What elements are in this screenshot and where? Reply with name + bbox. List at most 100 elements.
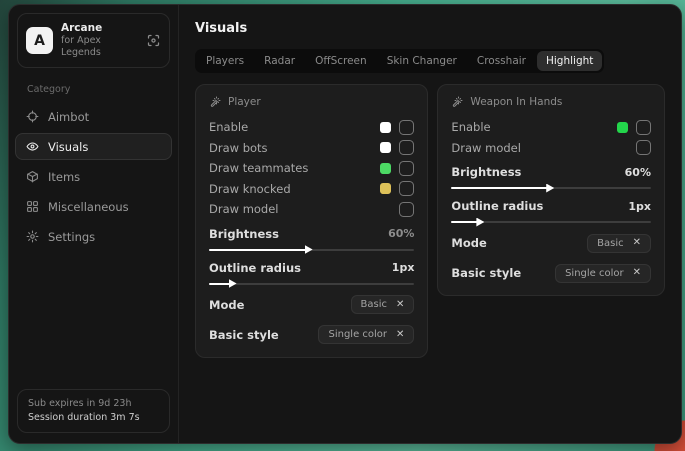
- sidebar-spacer: [15, 250, 172, 389]
- sidebar-item-items[interactable]: Items: [15, 163, 172, 190]
- slider-block: Outline radius1px: [451, 198, 651, 223]
- select-row: Basic style Single color✕: [451, 262, 651, 284]
- slider-track[interactable]: [451, 187, 651, 189]
- slider-thumb[interactable]: [476, 218, 484, 227]
- select-tag[interactable]: Basic ✕: [587, 234, 651, 253]
- panel-header: Player: [209, 96, 414, 108]
- checkbox[interactable]: [399, 181, 414, 196]
- tab-bar: PlayersRadarOffScreenSkin ChangerCrossha…: [195, 49, 604, 73]
- slider-thumb[interactable]: [546, 184, 554, 193]
- sidebar-menu: Aimbot Visuals Items Miscellaneous Settings: [15, 103, 172, 250]
- select-tag[interactable]: Basic ✕: [351, 295, 415, 314]
- slider-track[interactable]: [209, 283, 414, 285]
- select-row: Mode Basic ✕: [209, 294, 414, 316]
- select-tag[interactable]: Single color✕: [555, 264, 651, 283]
- close-icon[interactable]: ✕: [396, 300, 404, 310]
- sidebar-item-label: Miscellaneous: [48, 200, 129, 214]
- app-subtitle: for Apex Legends: [61, 35, 138, 59]
- checkbox[interactable]: [399, 202, 414, 217]
- app-name: Arcane: [61, 22, 138, 35]
- select-tag[interactable]: Single color ✕: [318, 325, 414, 344]
- color-swatch[interactable]: [380, 163, 391, 174]
- sidebar-item-visuals[interactable]: Visuals: [15, 133, 172, 160]
- select-tag-value: Basic: [597, 238, 623, 249]
- sidebar-item-aimbot[interactable]: Aimbot: [15, 103, 172, 130]
- tab-skin-changer[interactable]: Skin Changer: [378, 51, 466, 71]
- tab-players[interactable]: Players: [197, 51, 253, 71]
- close-icon[interactable]: ✕: [633, 238, 641, 248]
- slider-block: Brightness 60%: [451, 164, 651, 189]
- color-swatch[interactable]: [380, 142, 391, 153]
- checkbox[interactable]: [399, 161, 414, 176]
- app-logo: A: [26, 27, 53, 54]
- color-swatch[interactable]: [617, 122, 628, 133]
- main-content: Visuals PlayersRadarOffScreenSkin Change…: [179, 5, 681, 443]
- toggle-label: Draw model: [209, 202, 279, 216]
- toggle-row: Draw knocked: [209, 179, 414, 200]
- eye-icon: [26, 140, 39, 153]
- panel-weapon-in-hands: Weapon In Hands Enable Draw model Brightnes…: [437, 84, 665, 296]
- select-label: Basic style: [451, 266, 521, 280]
- toggle-row: Draw model: [209, 199, 414, 220]
- checkbox[interactable]: [636, 120, 651, 135]
- session-duration-text: Session duration 3m 7s: [28, 411, 159, 425]
- close-icon[interactable]: ✕: [396, 330, 404, 340]
- app-header-card: A Arcane for Apex Legends: [17, 13, 170, 68]
- sidebar-item-label: Settings: [48, 230, 95, 244]
- panel-title: Weapon In Hands: [470, 96, 562, 108]
- slider-thumb[interactable]: [305, 245, 313, 254]
- app-meta: Arcane for Apex Legends: [61, 22, 138, 59]
- color-swatch[interactable]: [380, 183, 391, 194]
- checkbox[interactable]: [399, 120, 414, 135]
- slider-value: 1px: [392, 261, 415, 274]
- toggle-label: Draw knocked: [209, 182, 291, 196]
- slider-value: 60%: [625, 166, 651, 179]
- slider-value: 60%: [388, 227, 414, 240]
- sidebar-item-label: Items: [48, 170, 80, 184]
- sidebar-item-miscellaneous[interactable]: Miscellaneous: [15, 193, 172, 220]
- toggle-row: Enable: [209, 117, 414, 138]
- sidebar-item-label: Aimbot: [48, 110, 89, 124]
- toggle-label: Draw bots: [209, 141, 268, 155]
- checkbox[interactable]: [636, 140, 651, 155]
- tab-offscreen[interactable]: OffScreen: [306, 51, 376, 71]
- slider-label: Outline radius: [451, 199, 543, 213]
- color-swatch[interactable]: [380, 122, 391, 133]
- sidebar-item-settings[interactable]: Settings: [15, 223, 172, 250]
- grid-icon: [26, 200, 39, 213]
- slider-label: Brightness: [451, 165, 521, 179]
- slider-thumb[interactable]: [229, 279, 237, 288]
- panel-header: Weapon In Hands: [451, 96, 651, 108]
- app-window: A Arcane for Apex Legends Category Aimbo…: [8, 4, 682, 444]
- slider-label: Brightness: [209, 227, 279, 241]
- subscription-info: Sub expires in 9d 23h Session duration 3…: [17, 389, 170, 433]
- select-tag-value: Basic: [361, 299, 387, 310]
- scan-target-icon[interactable]: [146, 33, 161, 48]
- tab-radar[interactable]: Radar: [255, 51, 304, 71]
- tab-crosshair[interactable]: Crosshair: [468, 51, 535, 71]
- slider-track[interactable]: [451, 221, 651, 223]
- slider-track[interactable]: [209, 249, 414, 251]
- select-label: Basic style: [209, 328, 279, 342]
- panels-container: Player Enable Draw bots Draw teammates Draw …: [195, 84, 665, 358]
- slider-block: Outline radius 1px: [209, 260, 414, 285]
- toggle-row: Draw teammates: [209, 158, 414, 179]
- wand-sparkles-icon: [209, 96, 221, 108]
- select-label: Mode: [209, 298, 244, 312]
- select-tag-value: Single color: [328, 329, 387, 340]
- checkbox[interactable]: [399, 140, 414, 155]
- tab-highlight[interactable]: Highlight: [537, 51, 602, 71]
- gear-icon: [26, 230, 39, 243]
- sub-expiry-text: Sub expires in 9d 23h: [28, 397, 159, 411]
- toggle-row: Draw model: [451, 138, 651, 159]
- select-label: Mode: [451, 236, 486, 250]
- toggle-label: Draw model: [451, 141, 521, 155]
- toggle-row: Enable: [451, 117, 651, 138]
- page-title: Visuals: [195, 21, 665, 36]
- category-label: Category: [27, 84, 172, 95]
- toggle-label: Enable: [209, 120, 248, 134]
- toggle-label: Draw teammates: [209, 161, 308, 175]
- slider-label: Outline radius: [209, 261, 301, 275]
- crosshair-icon: [26, 110, 39, 123]
- close-icon[interactable]: ✕: [633, 268, 641, 278]
